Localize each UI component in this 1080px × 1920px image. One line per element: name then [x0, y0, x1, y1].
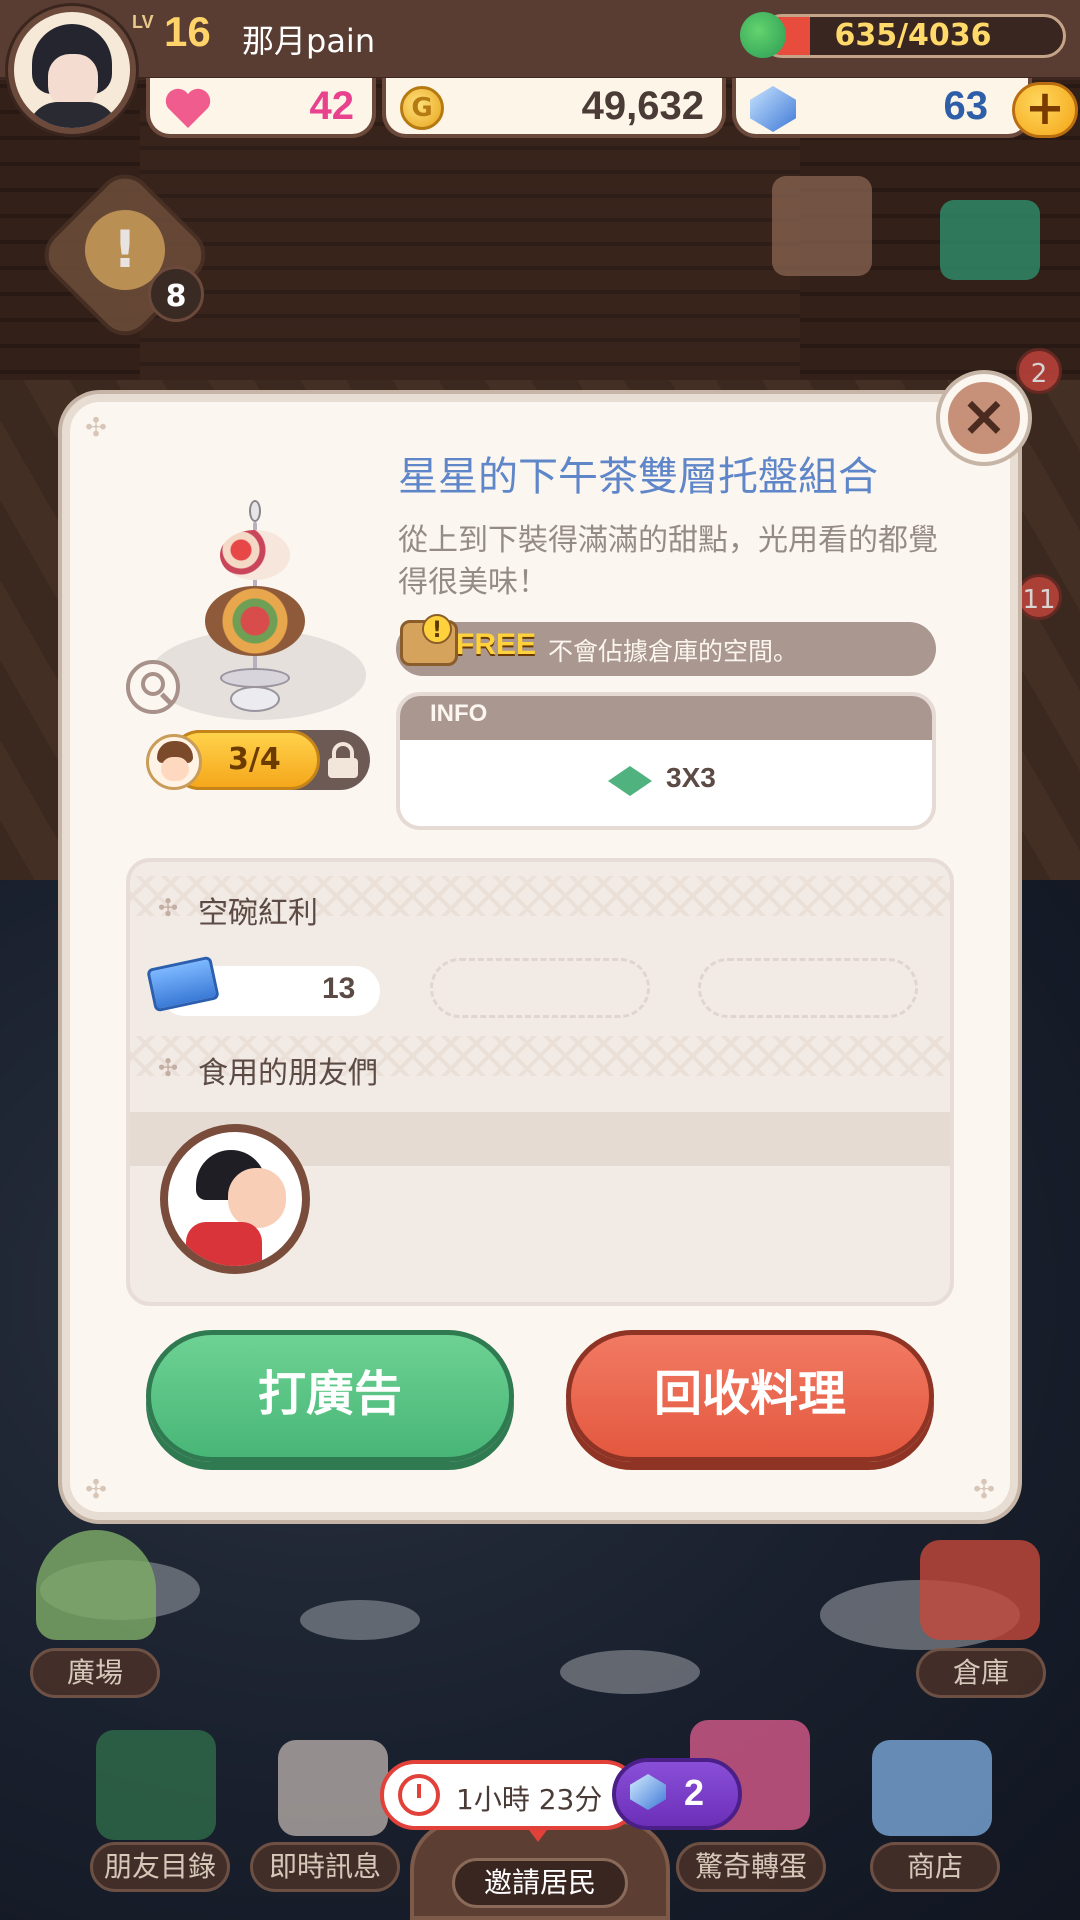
corner-ornament: ✣: [85, 413, 107, 443]
eater-icon: [146, 734, 202, 790]
build-mode-icon[interactable]: [940, 200, 1040, 280]
tea-tray-image: [200, 500, 310, 720]
tile-size-icon: [608, 766, 652, 796]
invite-resident-label[interactable]: 邀請居民: [452, 1858, 628, 1908]
advertise-button[interactable]: 打廣告: [146, 1330, 514, 1462]
empty-bonus-slot: [698, 958, 918, 1018]
alert-icon: !: [422, 614, 452, 644]
nav-plaza[interactable]: 廣場: [30, 1648, 160, 1698]
info-header: INFO: [400, 696, 932, 740]
free-label: FREE: [456, 628, 537, 661]
eat-progress-text: 3/4: [228, 742, 281, 777]
corner-ornament: ✣: [973, 1475, 995, 1505]
free-description: 不會佔據倉庫的空間。: [548, 637, 799, 666]
notification-badge: 2: [1016, 348, 1062, 394]
hearts-counter[interactable]: 42: [146, 78, 376, 138]
zoom-button[interactable]: [126, 660, 180, 714]
player-level: 16: [164, 8, 211, 55]
exp-text: 635/4036: [834, 18, 992, 53]
coin-icon: G: [400, 86, 444, 130]
level-prefix: LV: [132, 12, 154, 32]
message-board-icon: [278, 1740, 388, 1836]
info-box: INFO 3X3: [396, 692, 936, 830]
hearts-value: 42: [309, 84, 355, 128]
gem-icon: [750, 86, 796, 132]
item-description: 從上到下裝得滿滿的甜點，光用看的都覺得很美味！: [398, 523, 938, 600]
quest-count-badge: 8: [148, 266, 204, 322]
coins-value: 49,632: [581, 84, 704, 128]
shop-stall-icon: [872, 1740, 992, 1836]
notification-badge: 11: [1016, 574, 1062, 620]
nav-gacha[interactable]: 驚奇轉蛋: [676, 1842, 826, 1892]
recycle-dish-button[interactable]: 回收料理: [566, 1330, 934, 1462]
item-size: 3X3: [666, 762, 716, 793]
leaf-exp-icon: [740, 12, 786, 58]
friend-avatar[interactable]: [160, 1124, 310, 1274]
corner-ornament: ✣: [85, 1475, 107, 1505]
gem-cost: 2: [684, 1772, 705, 1813]
heart-icon: [164, 86, 212, 130]
add-gems-button[interactable]: +: [1012, 82, 1078, 138]
bonus-value: 13: [322, 972, 356, 1005]
item-title: 星星的下午茶雙層托盤組合: [398, 454, 878, 500]
tree-icon: [36, 1530, 156, 1640]
close-button[interactable]: ×: [940, 374, 1028, 462]
magnifier-icon: [141, 672, 165, 696]
timer-text: 1小時 23分: [456, 1783, 603, 1816]
exp-bar: 635/4036: [760, 14, 1066, 58]
section-bonus-title: 空碗紅利: [198, 896, 318, 931]
gems-value: 63: [943, 84, 989, 128]
nav-warehouse[interactable]: 倉庫: [916, 1648, 1046, 1698]
lock-icon: [326, 742, 360, 778]
empty-bonus-slot: [430, 958, 650, 1018]
section-mark: ✣: [158, 1054, 179, 1082]
gems-counter[interactable]: 63: [732, 78, 1032, 138]
section-friends-title: 食用的朋友們: [198, 1056, 378, 1091]
warehouse-house-icon: [920, 1540, 1040, 1640]
decorate-room-icon[interactable]: [772, 176, 872, 276]
friend-book-icon: [96, 1730, 216, 1840]
alarm-clock-icon: [398, 1774, 440, 1816]
player-avatar[interactable]: [8, 6, 136, 134]
nav-messages[interactable]: 即時訊息: [250, 1842, 400, 1892]
section-mark: ✣: [158, 894, 179, 922]
player-name: 那月pain: [242, 22, 376, 60]
info-label: INFO: [430, 700, 488, 727]
coins-counter[interactable]: G 49,632: [382, 78, 726, 138]
nav-friends-list[interactable]: 朋友目錄: [90, 1842, 230, 1892]
nav-shop[interactable]: 商店: [870, 1842, 1000, 1892]
